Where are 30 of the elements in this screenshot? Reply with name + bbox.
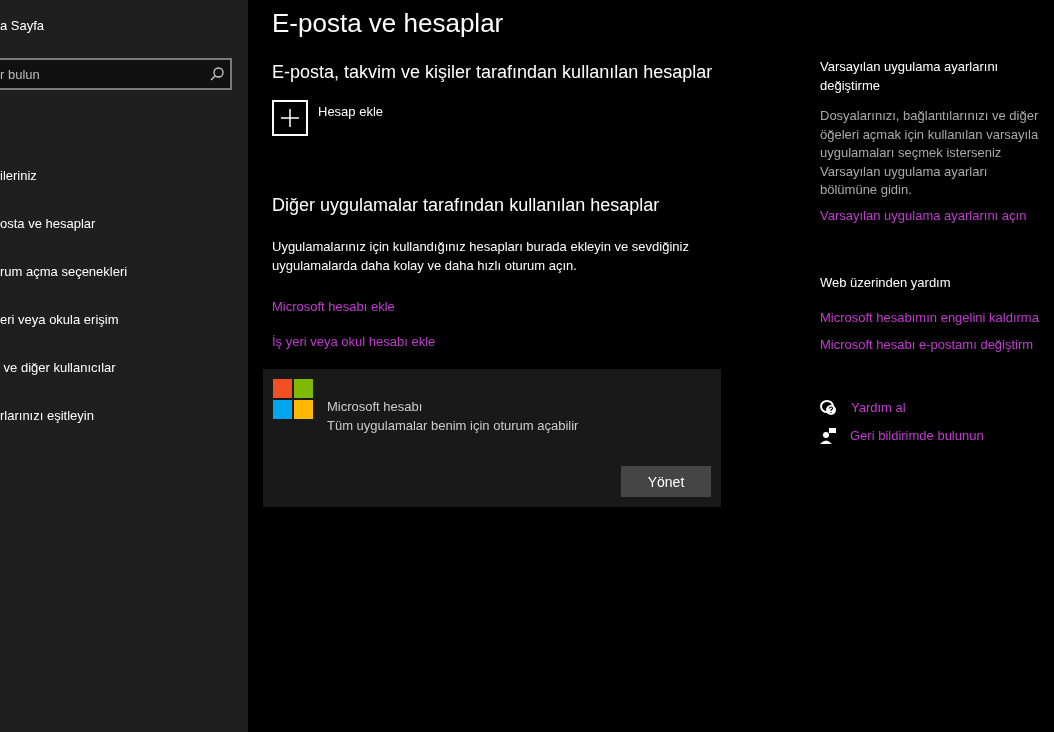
search-field[interactable]: r bulun bbox=[0, 58, 232, 90]
sidebar-item[interactable]: ileriniz bbox=[0, 168, 248, 188]
action-link[interactable]: Geri bildirimde bulunun bbox=[850, 428, 984, 444]
sidebar-item[interactable]: rlarınızı eşitleyin bbox=[0, 408, 248, 428]
search-icon bbox=[210, 67, 224, 81]
default-apps-link[interactable]: Varsayılan uygulama ayarlarını açın bbox=[820, 207, 1054, 223]
page-title: E-posta ve hesaplar bbox=[272, 8, 505, 39]
account-name: Microsoft hesabı bbox=[327, 399, 424, 414]
home-link[interactable]: a Sayfa bbox=[0, 18, 248, 38]
add-account-link[interactable]: İş yeri veya okul hesabı ekle bbox=[272, 334, 820, 349]
add-account-button[interactable]: Hesap ekle bbox=[272, 100, 820, 136]
add-account-link[interactable]: Microsoft hesabı ekle bbox=[272, 299, 820, 314]
account-detail: Tüm uygulamalar benim için oturum açabilir bbox=[327, 418, 579, 433]
section-description: Uygulamalarınız için kullandığınız hesapları burada ekleyin ve sevdiğiniz uygulamalarda daha kolay ve daha hızlı oturum açın. bbox=[272, 238, 690, 275]
sidebar-item[interactable]: osta ve hesaplar bbox=[0, 216, 248, 236]
sidebar-item[interactable]: eri veya okula erişim bbox=[0, 312, 248, 332]
action-link[interactable]: Yardım al bbox=[851, 400, 906, 416]
help-link[interactable]: Microsoft hesabımın engelini kaldırma bbox=[820, 309, 1054, 325]
aside-heading: Varsayılan uygulama ayarlarını değiştirme bbox=[820, 58, 1000, 95]
manage-button[interactable]: Yönet bbox=[621, 466, 711, 497]
sidebar-item[interactable]: rum açma seçenekleri bbox=[0, 264, 248, 284]
section-heading: Diğer uygulamalar tarafından kullanılan hesaplar bbox=[272, 194, 661, 217]
help-chat-icon bbox=[820, 399, 837, 416]
sidebar-item[interactable]: ve diğer kullanıcılar bbox=[0, 360, 248, 380]
plus-icon bbox=[281, 109, 299, 127]
feedback-person-icon bbox=[820, 427, 836, 444]
section-heading: E-posta, takvim ve kişiler tarafından kullanılan hesaplar bbox=[272, 61, 714, 84]
aside-heading: Web üzerinden yardım bbox=[820, 273, 952, 292]
help-link[interactable]: Microsoft hesabı e-postamı değiştirm bbox=[820, 336, 1054, 352]
aside-description: Dosyalarınızı, bağlantılarınızı ve diğer öğeleri açmak için kullanılan varsayıla uygulamaları seçmek isterseniz Varsayılan uygulama ayarları bölümüne gidin. bbox=[820, 107, 1040, 200]
